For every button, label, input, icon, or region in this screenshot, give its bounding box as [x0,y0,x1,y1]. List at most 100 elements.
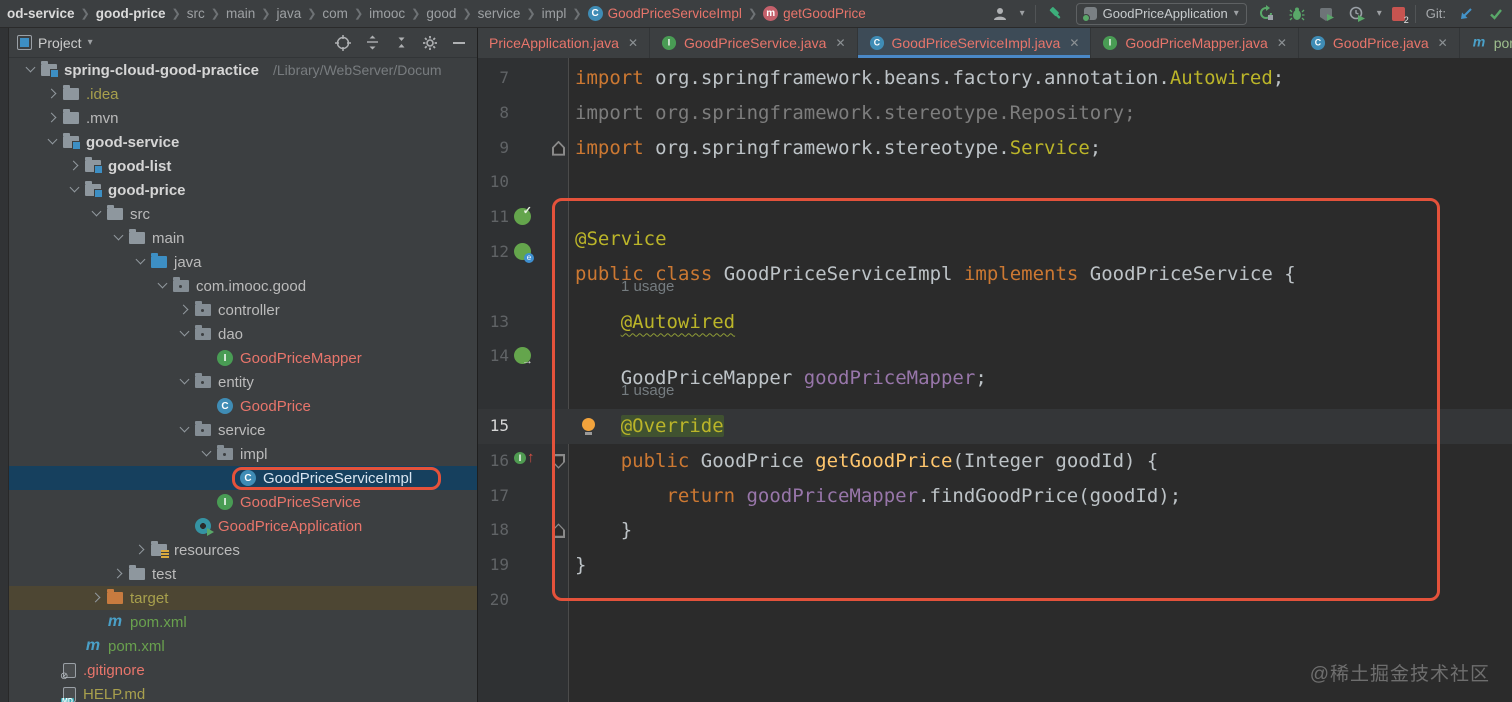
code-line-10[interactable]: 10 [478,165,1512,200]
tree-item-com.imooc.good[interactable]: com.imooc.good [9,274,477,298]
line-number[interactable]: 7 [478,61,509,96]
tree-item-dao[interactable]: dao [9,322,477,346]
tree-item-GoodPriceMapper[interactable]: I GoodPriceMapper [9,346,477,370]
breadcrumb-item[interactable]: java [273,6,304,21]
fold-marker-icon[interactable] [552,140,565,156]
build-hammer-icon[interactable] [1046,4,1066,24]
tree-item-java[interactable]: java [9,250,477,274]
project-tree[interactable]: spring-cloud-good-practice/Library/WebSe… [9,58,477,702]
line-number[interactable]: 14 [478,339,509,374]
breadcrumb-item[interactable]: impl [539,6,570,21]
tree-item-good-list[interactable]: good-list [9,154,477,178]
code-line-9[interactable]: 9 import org.springframework.stereotype.S… [478,131,1512,166]
debug-icon[interactable] [1287,4,1307,24]
tree-item-spring-cloud-good-practice[interactable]: spring-cloud-good-practice/Library/WebSe… [9,58,477,82]
tab-GoodPriceMapper.java[interactable]: I GoodPriceMapper.java ✕ [1091,28,1299,58]
line-number[interactable]: 13 [478,305,509,340]
tab-GoodPrice.java[interactable]: C GoodPrice.java ✕ [1299,28,1460,58]
tree-item-GoodPriceServiceImpl[interactable]: C GoodPriceServiceImpl [9,466,477,490]
tree-chevron-icon[interactable] [67,182,83,198]
tree-item-good-price[interactable]: good-price [9,178,477,202]
git-update-icon[interactable] [1456,4,1476,24]
hide-panel-icon[interactable] [449,33,469,53]
code-line-17[interactable]: 17 return goodPriceMapper.findGoodPrice(g… [478,479,1512,514]
tab-GoodPriceServiceImpl.java[interactable]: C GoodPriceServiceImpl.java ✕ [857,28,1092,58]
tree-chevron-icon[interactable] [177,422,193,438]
coverage-icon[interactable] [1317,4,1337,24]
fold-marker-icon[interactable] [552,453,565,469]
run-config-combo[interactable]: GoodPriceApplication ▾ [1075,2,1247,25]
code-line-11[interactable]: 11@Service [478,200,1512,250]
tree-item-GoodPrice[interactable]: C GoodPrice [9,394,477,418]
code-line-14[interactable]: 14GoodPriceMapper goodPriceMapper; [478,339,1512,389]
code-line-20[interactable]: 20 [478,583,1512,618]
tree-chevron-icon[interactable] [177,374,193,390]
breadcrumb-item[interactable]: imooc [366,6,408,21]
git-commit-icon[interactable] [1486,4,1506,24]
tree-item-service[interactable]: service [9,418,477,442]
breadcrumb-item[interactable]: good [423,6,459,21]
tree-item-.mvn[interactable]: .mvn [9,106,477,130]
close-icon[interactable]: ✕ [835,36,845,50]
tree-item-GoodPriceApplication[interactable]: GoodPriceApplication [9,514,477,538]
tree-chevron-icon[interactable] [133,542,149,558]
line-number[interactable]: 11 [478,200,509,235]
project-panel-title[interactable]: Project [38,35,82,51]
tree-chevron-icon[interactable] [111,566,127,582]
tree-item-good-service[interactable]: good-service [9,130,477,154]
code-line-19[interactable]: 19} [478,548,1512,583]
tree-chevron-icon[interactable] [89,206,105,222]
settings-gear-icon[interactable] [420,33,440,53]
chevron-down-icon[interactable]: ▾ [1377,8,1382,19]
code-line-13[interactable]: 13 @Autowired [478,305,1512,340]
tree-item-resources[interactable]: resources [9,538,477,562]
tree-item-HELP.md[interactable]: HELP.md [9,682,477,702]
breadcrumb-item[interactable]: src [184,6,208,21]
code-editor[interactable]: 7 import org.springframework.beans.factor… [478,58,1512,702]
code-line-12[interactable]: 12public class GoodPriceServiceImpl impl… [478,235,1512,285]
rerun-icon[interactable] [1257,4,1277,24]
tree-item-pom.xml[interactable]: m pom.xml [9,634,477,658]
tree-chevron-icon[interactable] [23,62,39,78]
intention-bulb-icon[interactable] [582,417,595,435]
tree-chevron-icon[interactable] [45,110,61,126]
tree-item-test[interactable]: test [9,562,477,586]
user-icon[interactable] [990,4,1010,24]
code-line-7[interactable]: 7 import org.springframework.beans.factor… [478,61,1512,96]
tree-item-entity[interactable]: entity [9,370,477,394]
tab-PriceApplication.java[interactable]: PriceApplication.java ✕ [478,28,651,58]
tree-item-impl[interactable]: impl [9,442,477,466]
close-icon[interactable]: ✕ [1277,36,1287,50]
line-number[interactable]: 17 [478,479,509,514]
breadcrumb-item[interactable]: com [319,6,351,21]
tree-item-.gitignore[interactable]: .gitignore [9,658,477,682]
tree-chevron-icon[interactable] [199,446,215,462]
profiler-icon[interactable] [1347,4,1367,24]
autowired-navigate-icon[interactable] [514,347,533,367]
tree-item-.idea[interactable]: .idea [9,82,477,106]
tree-item-pom.xml[interactable]: m pom.xml [9,610,477,634]
line-number[interactable]: 20 [478,583,509,618]
spring-bean-endpoint-icon[interactable] [514,242,534,263]
tree-chevron-icon[interactable] [111,230,127,246]
line-number[interactable]: 18 [478,513,509,548]
expand-all-icon[interactable] [362,33,382,53]
breadcrumb-item[interactable]: good-price [93,6,169,21]
line-number[interactable]: 16 [478,444,509,479]
tree-chevron-icon[interactable] [177,326,193,342]
breadcrumb-item[interactable]: service [475,6,524,21]
tree-chevron-icon[interactable] [155,278,171,294]
tree-chevron-icon[interactable] [177,302,193,318]
tree-chevron-icon[interactable] [89,590,105,606]
close-icon[interactable]: ✕ [1069,36,1079,50]
tree-chevron-icon[interactable] [45,134,61,150]
chevron-down-icon[interactable]: ▾ [88,37,93,48]
breadcrumb-item[interactable]: m getGoodPrice [760,6,869,21]
tab-GoodPriceService.java[interactable]: I GoodPriceService.java ✕ [650,28,858,58]
code-line-18[interactable]: 18} [478,513,1512,548]
line-number[interactable]: 8 [478,96,509,131]
tree-item-GoodPriceService[interactable]: I GoodPriceService [9,490,477,514]
usage-inlay-hint[interactable]: 1 usage [575,270,1512,305]
line-number[interactable]: 15 [478,409,509,444]
tree-item-controller[interactable]: controller [9,298,477,322]
